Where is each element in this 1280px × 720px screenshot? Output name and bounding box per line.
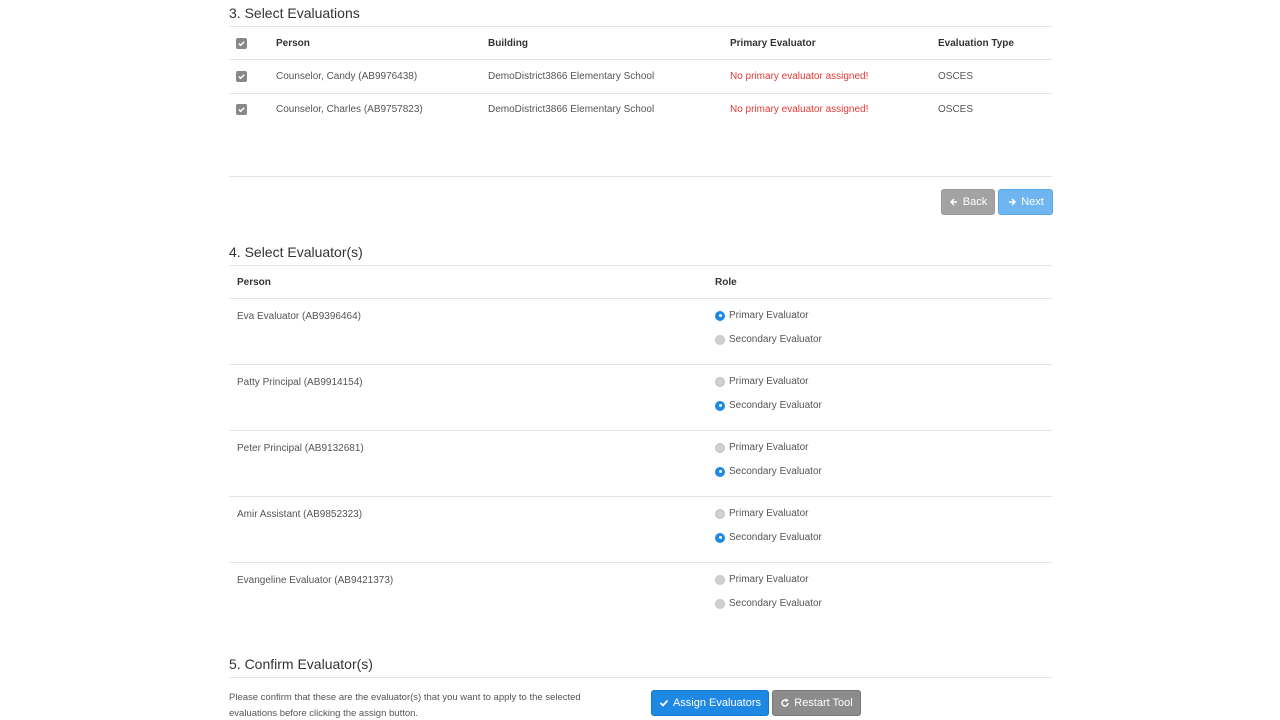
row-building: DemoDistrict3866 Elementary School: [488, 71, 655, 82]
radio-button[interactable]: [715, 466, 725, 477]
role-primary-option[interactable]: Primary Evaluator: [715, 310, 808, 321]
check-icon: [238, 107, 245, 113]
arrow-right-icon: [1009, 198, 1017, 206]
role-primary-option[interactable]: Primary Evaluator: [715, 508, 808, 519]
role-option-label: Secondary Evaluator: [729, 334, 822, 345]
header-primary-evaluator: Primary Evaluator: [730, 38, 816, 49]
row-checkbox[interactable]: [236, 71, 247, 82]
role-option-label: Primary Evaluator: [729, 310, 809, 321]
role-option-label: Secondary Evaluator: [729, 532, 822, 543]
role-primary-option[interactable]: Primary Evaluator: [715, 442, 808, 453]
divider: [229, 176, 1052, 177]
page: 3. Select Evaluations Person Building Pr…: [0, 0, 1280, 720]
divider: [229, 59, 1052, 60]
header-building: Building: [488, 38, 528, 49]
radio-button[interactable]: [715, 574, 725, 585]
divider: [229, 93, 1052, 94]
restart-button-label: Restart Tool: [794, 697, 853, 709]
role-secondary-option[interactable]: Secondary Evaluator: [715, 334, 822, 345]
evaluator-row: Peter Principal (AB9132681) Primary Eval…: [229, 431, 1052, 497]
role-primary-option[interactable]: Primary Evaluator: [715, 376, 808, 387]
back-button-label: Back: [962, 196, 988, 208]
next-button[interactable]: Next: [998, 189, 1053, 215]
role-option-label: Primary Evaluator: [729, 376, 809, 387]
back-button[interactable]: Back: [941, 189, 995, 215]
row-type: OSCES: [938, 104, 974, 115]
evaluator-row: Evangeline Evaluator (AB9421373) Primary…: [229, 563, 1052, 629]
radio-button[interactable]: [715, 442, 725, 453]
radio-button[interactable]: [715, 508, 725, 519]
header-role: Role: [715, 277, 737, 288]
radio-button[interactable]: [715, 310, 725, 321]
row-type: OSCES: [938, 71, 974, 82]
role-option-label: Primary Evaluator: [729, 442, 809, 453]
divider: [229, 677, 1052, 678]
check-icon: [238, 74, 245, 80]
restart-tool-button[interactable]: Restart Tool: [772, 690, 861, 716]
row-primary-warning: No primary evaluator assigned!: [730, 104, 869, 115]
check-icon: [238, 41, 245, 47]
check-icon: [659, 699, 669, 707]
radio-button[interactable]: [715, 334, 725, 345]
role-option-label: Secondary Evaluator: [729, 400, 822, 411]
next-button-label: Next: [1021, 196, 1044, 208]
assign-evaluators-button[interactable]: Assign Evaluators: [651, 690, 769, 716]
role-secondary-option[interactable]: Secondary Evaluator: [715, 466, 822, 477]
radio-button[interactable]: [715, 400, 725, 411]
radio-button[interactable]: [715, 598, 725, 609]
header-evaluation-type: Evaluation Type: [938, 38, 1014, 49]
header-person: Person: [276, 38, 310, 49]
radio-button[interactable]: [715, 376, 725, 387]
row-building: DemoDistrict3866 Elementary School: [488, 104, 655, 115]
role-primary-option[interactable]: Primary Evaluator: [715, 574, 808, 585]
refresh-icon: [781, 698, 789, 707]
confirm-description: Please confirm that these are the evalua…: [229, 692, 581, 719]
section-4-title: 4. Select Evaluator(s): [229, 244, 363, 260]
row-person: Counselor, Charles (AB9757823): [276, 104, 423, 115]
section-3-title: 3. Select Evaluations: [229, 5, 360, 21]
evaluator-name: Eva Evaluator (AB9396464): [237, 311, 361, 322]
arrow-left-icon: [949, 198, 957, 206]
divider: [229, 265, 1052, 266]
assign-button-label: Assign Evaluators: [672, 697, 762, 709]
row-person: Counselor, Candy (AB9976438): [276, 71, 418, 82]
row-checkbox[interactable]: [236, 104, 247, 115]
evaluator-row: Amir Assistant (AB9852323) Primary Evalu…: [229, 497, 1052, 563]
evaluator-name: Patty Principal (AB9914154): [237, 377, 363, 388]
row-primary-warning: No primary evaluator assigned!: [730, 71, 869, 82]
radio-button[interactable]: [715, 532, 725, 543]
evaluator-name: Peter Principal (AB9132681): [237, 443, 364, 454]
role-option-label: Primary Evaluator: [729, 574, 809, 585]
select-all-checkbox[interactable]: [236, 38, 247, 49]
evaluator-row: Patty Principal (AB9914154) Primary Eval…: [229, 365, 1052, 431]
role-secondary-option[interactable]: Secondary Evaluator: [715, 532, 822, 543]
evaluator-name: Evangeline Evaluator (AB9421373): [237, 575, 394, 586]
role-secondary-option[interactable]: Secondary Evaluator: [715, 598, 822, 609]
evaluator-row: Eva Evaluator (AB9396464) Primary Evalua…: [229, 299, 1052, 365]
role-option-label: Primary Evaluator: [729, 508, 809, 519]
role-secondary-option[interactable]: Secondary Evaluator: [715, 400, 822, 411]
role-option-label: Secondary Evaluator: [729, 466, 822, 477]
section-5-title: 5. Confirm Evaluator(s): [229, 656, 373, 672]
role-option-label: Secondary Evaluator: [729, 598, 822, 609]
evaluator-name: Amir Assistant (AB9852323): [237, 509, 363, 520]
divider: [229, 26, 1052, 27]
header-person: Person: [237, 277, 271, 288]
